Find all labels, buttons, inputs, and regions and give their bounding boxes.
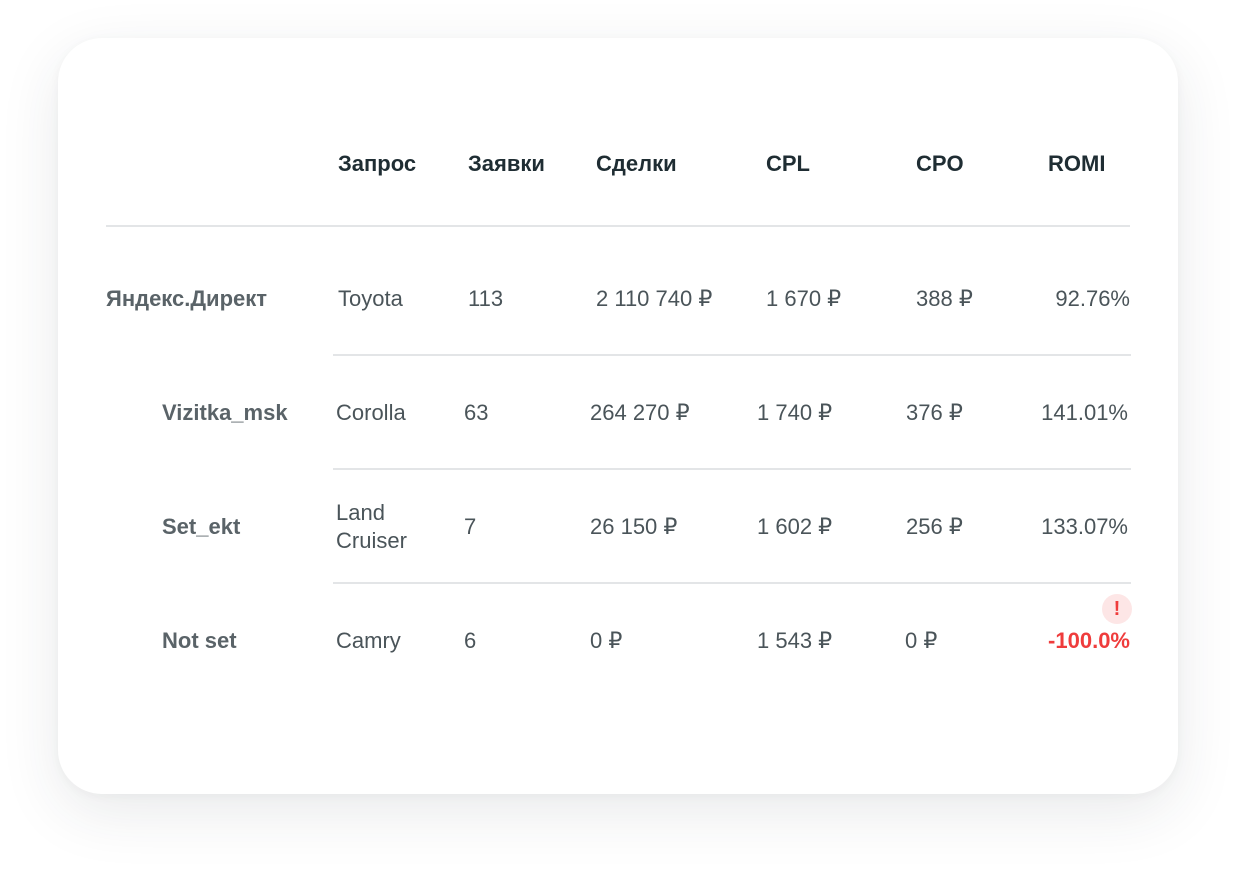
row-cpo: 388 ₽ (916, 286, 973, 311)
header-cpo: CPO (916, 151, 964, 176)
row-cpo: 256 ₽ (906, 514, 963, 539)
row-romi: 133.07% (1041, 514, 1128, 539)
row-deals: 2 110 740 ₽ (596, 286, 713, 311)
row-divider (333, 354, 1131, 356)
row-leads: 113 (468, 286, 504, 311)
row-deals: 26 150 ₽ (590, 514, 678, 539)
row-romi: 92.76% (1055, 286, 1130, 311)
row-source: Not set (162, 628, 237, 653)
row-cpl: 1 740 ₽ (757, 400, 833, 425)
row-leads: 6 (464, 628, 477, 653)
row-cpo: 0 ₽ (905, 628, 938, 653)
row-cpl: 1 543 ₽ (757, 628, 833, 653)
row-cpl: 1 602 ₽ (757, 514, 833, 539)
header-divider (106, 225, 1130, 227)
row-deals: 0 ₽ (590, 628, 623, 653)
row-divider (333, 582, 1131, 584)
row-source: Яндекс.Директ (106, 286, 268, 311)
row-query: Corolla (336, 400, 406, 425)
row-query: Toyota (338, 286, 403, 311)
row-deals: 264 270 ₽ (590, 400, 690, 425)
header-deals: Сделки (596, 151, 677, 176)
row-leads: 7 (464, 514, 477, 539)
header-leads: Заявки (468, 151, 545, 176)
row-query-line-1: Land (336, 500, 385, 525)
warning-icon[interactable]: ! (1102, 594, 1132, 624)
row-cpo: 376 ₽ (906, 400, 963, 425)
row-cpl: 1 670 ₽ (766, 286, 842, 311)
header-query: Запрос (338, 151, 417, 176)
header-cpl: CPL (766, 151, 810, 176)
row-query: Camry (336, 628, 401, 653)
row-romi-negative: -100.0% (1048, 628, 1130, 653)
row-query-line-2: Cruiser (336, 528, 407, 553)
header-romi: ROMI (1048, 151, 1106, 176)
row-source: Vizitka_msk (162, 400, 288, 425)
row-leads: 63 (464, 400, 489, 425)
row-divider (333, 468, 1131, 470)
row-romi: 141.01% (1041, 400, 1128, 425)
row-source: Set_ekt (162, 514, 241, 539)
